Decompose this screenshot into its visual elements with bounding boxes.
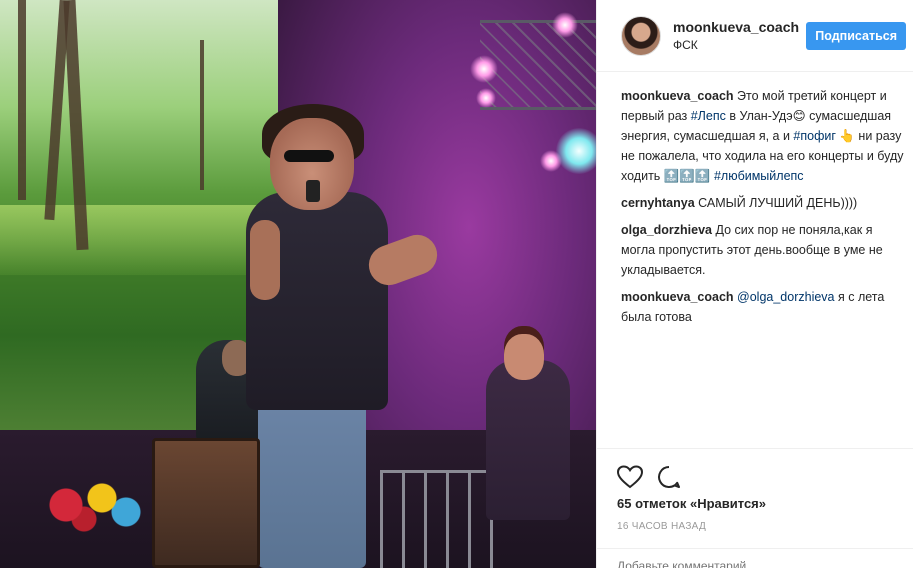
actions-bar [597,448,913,491]
comment-input[interactable] [617,559,894,568]
microphone [306,180,320,202]
stage-rail [380,470,500,568]
likes-count[interactable]: 65 отметок «Нравится» [617,496,766,511]
hashtag-link[interactable]: #пофиг [793,129,836,143]
instagram-post: moonkueva_coach ФСК Подписаться moonkuev… [0,0,913,568]
singer-jeans [258,400,366,568]
post-timestamp[interactable]: 16 часов назад [617,521,706,532]
comment-text: САМЫЙ ЛУЧШИЙ ДЕНЬ)))) [698,196,858,210]
comment-username-link[interactable]: olga_dorzhieva [621,223,712,237]
comment-username-link[interactable]: cernyhtanya [621,196,695,210]
stage-light [470,55,498,83]
comment: cernyhtanya САМЫЙ ЛУЧШИЙ ДЕНЬ)))) [621,193,906,213]
post-sidebar: moonkueva_coach ФСК Подписаться moonkuev… [596,0,913,568]
comment-username-link[interactable]: moonkueva_coach [621,290,734,304]
stage-light [476,88,496,108]
speech-bubble-icon[interactable] [657,465,681,489]
comment: olga_dorzhieva До сих пор не поняла,как … [621,220,906,280]
location-link[interactable]: ФСК [673,38,806,52]
add-comment-area [597,548,913,568]
username-link[interactable]: moonkueva_coach [673,19,806,35]
backup-singer [486,360,570,520]
hashtag-link[interactable]: #Лепс [691,109,726,123]
post-header: moonkueva_coach ФСК Подписаться [597,0,913,72]
sunglasses [284,150,334,162]
avatar[interactable] [621,15,661,56]
comment: moonkueva_coach @olga_dorzhieva я с лета… [621,287,906,327]
comment: moonkueva_coach Это мой третий концерт и… [621,86,906,186]
heart-icon[interactable] [617,465,643,489]
comments-list: moonkueva_coach Это мой третий концерт и… [621,86,906,334]
hashtag-link[interactable]: #любимыйлепс [714,169,804,183]
post-photo[interactable] [0,0,596,568]
amplifier [152,438,260,568]
comment-username-link[interactable]: moonkueva_coach [621,89,734,103]
hashtag-link[interactable]: @olga_dorzhieva [737,290,834,304]
stage-light [552,12,578,38]
flowers [30,470,150,540]
follow-button[interactable]: Подписаться [806,21,906,50]
stage-light [556,128,596,174]
